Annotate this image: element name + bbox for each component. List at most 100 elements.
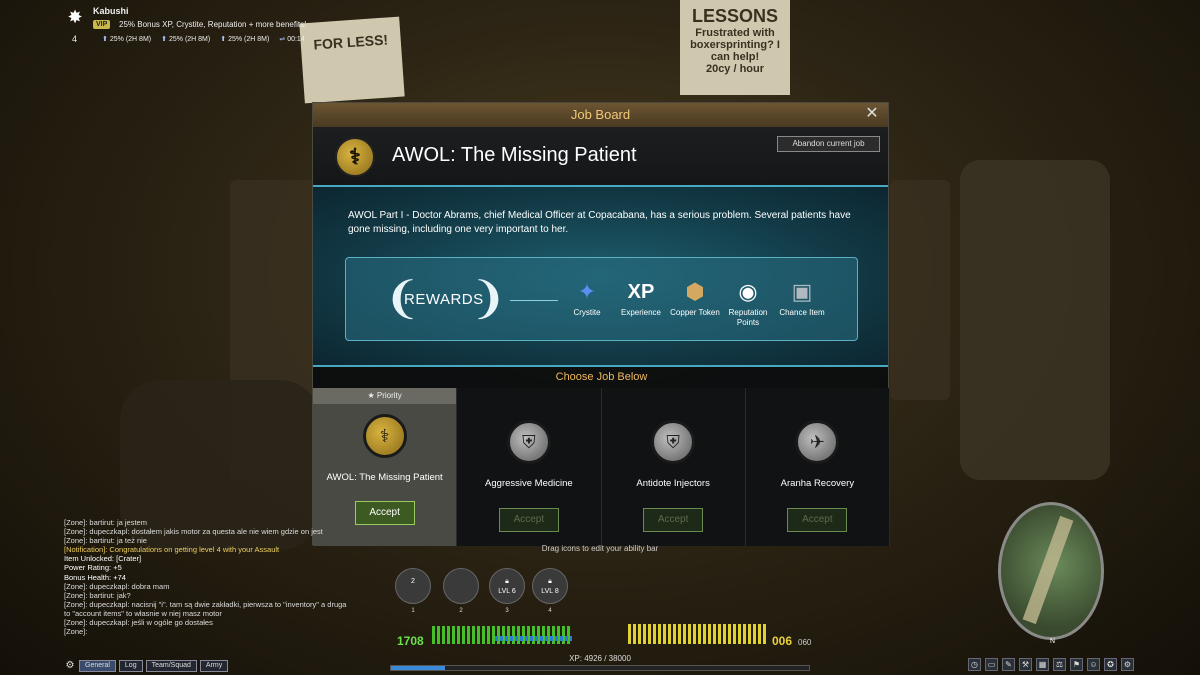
- chat-line-item: Bonus Health: +74: [64, 572, 126, 582]
- background-poster-lessons: LESSONS Frustrated with boxersprinting? …: [680, 0, 790, 95]
- player-name: Kabushi: [93, 6, 129, 16]
- chat-line: [Zone]: dupeczkapl: dobra mam: [64, 581, 170, 591]
- job-card-aranha-recovery[interactable]: ✈ Aranha Recovery Accept: [745, 388, 890, 546]
- ability-slot-3-locked[interactable]: 🔒︎ LVL 6 3: [489, 568, 525, 614]
- current-job-row: ⚕ AWOL: The Missing Patient Abandon curr…: [313, 127, 888, 185]
- job-card-title: AWOL: The Missing Patient: [326, 472, 443, 483]
- shield-job-icon: ⛨: [506, 420, 551, 464]
- xp-bar-fill: [391, 666, 446, 670]
- ammo-bar: [628, 624, 768, 644]
- player-level: 4: [72, 34, 78, 44]
- reward-copper-token[interactable]: ⬢ Copper Token: [670, 276, 720, 318]
- chat-settings-gear-icon[interactable]: ⚙: [64, 660, 76, 672]
- chat-log[interactable]: [Zone]: bartirut: ja jestem [Zone]: dupe…: [64, 518, 382, 646]
- calendar-icon[interactable]: ◷: [968, 658, 981, 671]
- chat-line-item: Power Rating: +5: [64, 563, 122, 573]
- reputation-boost[interactable]: ⬆ 25% (2H 8M): [220, 35, 269, 43]
- chat-line: [Zone]: dupeczkapl: dostałem jakis motor…: [64, 527, 323, 537]
- ability-slot-2[interactable]: 2: [443, 568, 479, 614]
- reward-reputation[interactable]: ◉ Reputation Points: [723, 276, 773, 328]
- reward-experience[interactable]: XP Experience: [616, 276, 666, 318]
- job-card-title: Antidote Injectors: [636, 478, 710, 489]
- xp-text: XP: 4926 / 38000: [569, 654, 631, 663]
- laurel-right-icon: ❨: [470, 274, 507, 323]
- army-icon[interactable]: ⚑: [1070, 658, 1083, 671]
- rewards-box: ❨ REWARDS ❨ ✦ Crystite XP Experience ⬢ C…: [345, 257, 858, 341]
- reward-crystite[interactable]: ✦ Crystite: [562, 276, 612, 318]
- chat-line-notification: [Notification]: Congratulations on getti…: [64, 545, 280, 555]
- reputation-icon: ◉: [738, 279, 758, 304]
- xp-boost[interactable]: ⬆ 25% (2H 8M): [102, 35, 151, 43]
- chat-tab-log[interactable]: Log: [118, 660, 143, 672]
- awol-job-icon: ⚕: [362, 414, 407, 458]
- ability-bar-hint: Drag icons to edit your ability bar: [541, 544, 659, 553]
- inventory-icon[interactable]: ▦: [1036, 658, 1049, 671]
- xp-bar: [390, 665, 810, 671]
- copper-token-icon: ⬢: [685, 279, 705, 304]
- current-job-title: AWOL: The Missing Patient: [392, 144, 637, 166]
- crystite-boost-icon: ⬆: [161, 36, 167, 43]
- reputation-boost-icon: ⬆: [220, 36, 227, 43]
- chat-line: [Zone]: bartirut: jak?: [64, 590, 131, 600]
- lock-icon: 🔒︎: [505, 578, 509, 585]
- system-tray: ◷ ▭ ✎ ⚒ ▦ ⚖ ⚑ ☺ ✪ ⚙: [968, 658, 1134, 671]
- chat-line-item: Item Unlocked: [Crater]: [64, 554, 142, 564]
- vip-badge[interactable]: VIP: [93, 20, 111, 29]
- minimap[interactable]: [998, 502, 1104, 640]
- job-card-aggressive-medicine[interactable]: ⛨ Aggressive Medicine Accept: [457, 388, 602, 546]
- xp-icon: XP: [627, 281, 655, 303]
- chat-line: to "account items" to własnie w niej mas…: [64, 608, 222, 618]
- job-card-title: Aranha Recovery: [780, 478, 855, 489]
- job-card-title: Aggressive Medicine: [485, 478, 573, 489]
- tools-icon[interactable]: ✎: [1002, 658, 1015, 671]
- abandon-job-button[interactable]: Abandon current job: [777, 136, 880, 152]
- chat-tab-team-squad[interactable]: Team/Squad: [145, 660, 197, 672]
- crystite-icon: ✦: [577, 279, 597, 304]
- job-board-header: Job Board ✕: [313, 103, 888, 127]
- faction-logo-icon: ✸: [67, 7, 83, 27]
- chat-input-line[interactable]: [Zone]:: [64, 627, 382, 636]
- accept-button-disabled: Accept: [643, 508, 704, 532]
- job-board-window: Job Board ✕ ⚕ AWOL: The Missing Patient …: [312, 102, 890, 546]
- xp-boost-icon: ⬆: [102, 36, 108, 43]
- priority-tag: ★ Priority: [313, 388, 457, 404]
- ability-slot-4-locked[interactable]: 🔒︎ LVL 8 4: [532, 568, 568, 614]
- job-description: AWOL Part I - Doctor Abrams, chief Medic…: [348, 210, 851, 235]
- minimap-road: [1022, 515, 1074, 625]
- reward-chance-item[interactable]: ▣ Chance Item: [777, 276, 827, 318]
- player-hud: ✸ 4 Kabushi VIP 25% Bonus XP, Crystite, …: [64, 4, 624, 50]
- rewards-arrow: [510, 300, 558, 301]
- accept-button-disabled: Accept: [498, 508, 559, 532]
- boost-list: ⬆ 25% (2H 8M) ⬆ 25% (2H 8M) ⬆ 25% (2H 8M) ⇌…: [102, 35, 305, 43]
- ability-slot-1[interactable]: 2 1: [395, 568, 431, 614]
- chat-line: [Zone]: bartirut: ja też nie: [64, 536, 147, 546]
- accept-button-disabled: Accept: [787, 508, 848, 532]
- energy-bar: [495, 636, 572, 641]
- job-card-antidote-injectors[interactable]: ⛨ Antidote Injectors Accept: [601, 388, 746, 546]
- social-icon[interactable]: ☺: [1087, 658, 1100, 671]
- balance-icon[interactable]: ⚖: [1053, 658, 1066, 671]
- winged-emblem-job-icon: ✈: [795, 420, 840, 464]
- chat-tab-general[interactable]: General: [79, 660, 116, 672]
- job-board-title: Job Board: [570, 107, 631, 122]
- close-button[interactable]: ✕: [864, 106, 880, 122]
- chat-line: [Zone]: bartirut: ja jestem: [64, 518, 147, 527]
- shield-job-icon: ⛨: [651, 420, 696, 464]
- awol-job-icon: ⚕: [335, 137, 375, 177]
- chat-tab-army[interactable]: Army: [199, 660, 229, 672]
- garage-icon[interactable]: ⚒: [1019, 658, 1032, 671]
- session-timer: ⇌ 00:14: [279, 36, 305, 43]
- settings-icon[interactable]: ⚙: [1121, 658, 1134, 671]
- chat-tabs: ⚙ General Log Team/Squad Army: [64, 660, 229, 672]
- chance-item-icon: ▣: [791, 279, 813, 304]
- minimap-north-indicator: N: [1050, 638, 1056, 645]
- vehicle-icon: ⇌: [279, 36, 286, 43]
- ammo-reserve: 060: [798, 638, 812, 647]
- job-details: AWOL Part I - Doctor Abrams, chief Medic…: [313, 185, 888, 367]
- vip-benefits-text: 25% Bonus XP, Crystite, Reputation + mor…: [119, 20, 307, 29]
- achievements-icon[interactable]: ✪: [1104, 658, 1117, 671]
- battleframe-icon[interactable]: ▭: [985, 658, 998, 671]
- job-list: ★ Priority ⚕ AWOL: The Missing Patient A…: [313, 388, 890, 546]
- crystite-boost[interactable]: ⬆ 25% (2H 8M): [161, 35, 210, 43]
- lock-icon: 🔒︎: [548, 578, 552, 585]
